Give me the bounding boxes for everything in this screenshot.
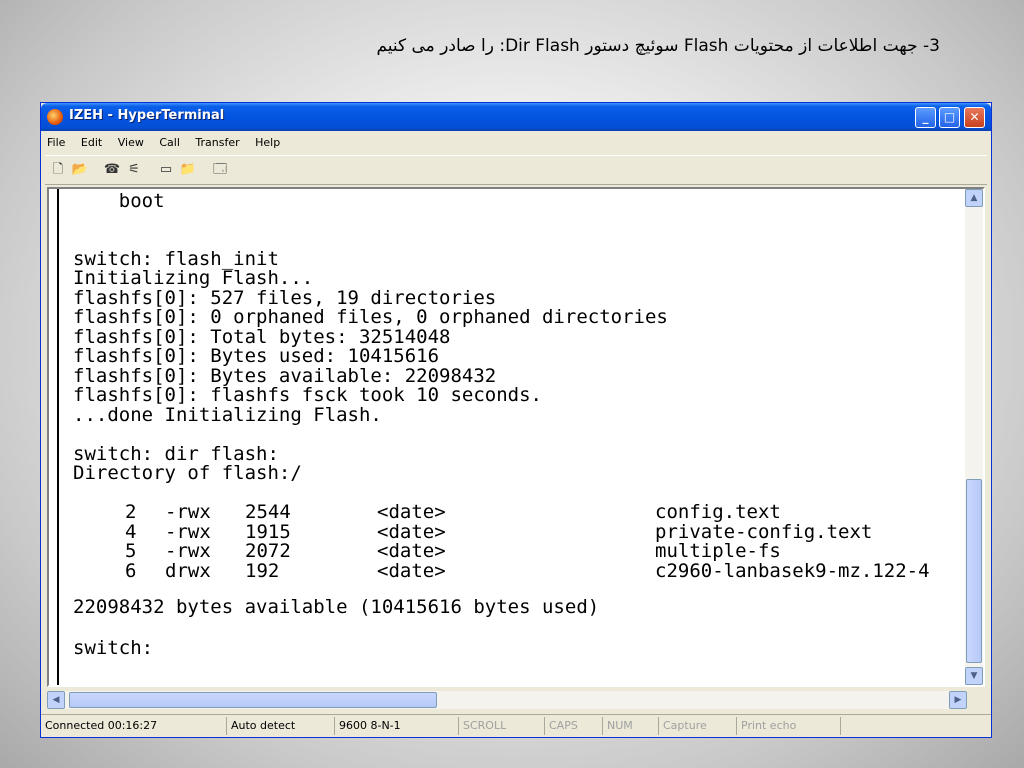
toolbar: 🗋 📂 ☎ ⚟ ▭ 📁 🗔 [45,155,987,185]
window-title: IZEH - HyperTerminal [69,108,225,123]
terminal-line: flashfs[0]: Total bytes: 32514048 [73,326,451,348]
receive-icon[interactable]: 📁 [179,162,197,178]
terminal-line: switch: flash_init [73,248,279,270]
scroll-up-icon[interactable]: ▲ [965,189,983,207]
dir-date: <date> [377,521,446,543]
horizontal-scrollbar[interactable]: ◀ ▶ [47,691,967,709]
dir-name: config.text [655,501,781,523]
dir-name: multiple-fs [655,540,781,562]
terminal-line: flashfs[0]: Bytes available: 22098432 [73,365,497,387]
send-icon[interactable]: ▭ [157,162,175,178]
disconnect-icon[interactable]: ⚟ [125,162,143,178]
vertical-scroll-thumb[interactable] [966,479,982,663]
dir-index: 5 [125,540,137,562]
status-detect: Auto detect [227,717,335,735]
dir-size: 2072 [245,540,291,562]
terminal-line: flashfs[0]: Bytes used: 10415616 [73,345,440,367]
terminal-frame: boot switch: flash_init Initializing Fla… [47,187,985,687]
dir-perms: drwx [165,560,211,582]
status-bar: Connected 00:16:27 Auto detect 9600 8-N-… [41,714,991,737]
terminal-prompt: switch: [73,637,154,659]
status-caps: CAPS [545,717,603,735]
terminal-line: flashfs[0]: 527 files, 19 directories [73,287,497,309]
new-document-icon[interactable]: 🗋 [49,162,67,178]
dir-size: 1915 [245,521,291,543]
dir-index: 4 [125,521,137,543]
terminal-line: boot [73,190,165,212]
status-capture: Capture [659,717,737,735]
menu-call[interactable]: Call [159,133,180,153]
dir-size: 192 [245,560,280,582]
horizontal-scroll-thumb[interactable] [69,692,437,708]
dir-perms: -rwx [165,540,211,562]
terminal-line: Initializing Flash... [73,267,314,289]
menu-edit[interactable]: Edit [81,133,102,153]
dir-date: <date> [377,540,446,562]
close-button[interactable]: ✕ [964,107,985,128]
title-bar[interactable]: IZEH - HyperTerminal _ □ ✕ [41,103,991,131]
scroll-down-icon[interactable]: ▼ [965,667,983,685]
properties-icon[interactable]: 🗔 [211,162,229,178]
open-folder-icon[interactable]: 📂 [71,162,89,178]
maximize-button[interactable]: □ [939,107,960,128]
connect-phone-icon[interactable]: ☎ [103,162,121,178]
status-num: NUM [603,717,659,735]
status-scroll: SCROLL [459,717,545,735]
scroll-left-icon[interactable]: ◀ [47,691,65,709]
menu-view[interactable]: View [118,133,144,153]
dir-index: 6 [125,560,137,582]
menu-transfer[interactable]: Transfer [195,133,239,153]
hyperterminal-icon [47,109,63,125]
scroll-right-icon[interactable]: ▶ [949,691,967,709]
status-settings: 9600 8-N-1 [335,717,459,735]
dir-perms: -rwx [165,521,211,543]
terminal-output[interactable]: boot switch: flash_init Initializing Fla… [57,189,967,685]
dir-name: c2960-lanbasek9-mz.122-4 [655,560,930,582]
menu-file[interactable]: File [47,133,65,153]
vertical-scrollbar[interactable]: ▲ ▼ [965,189,983,685]
menu-bar: File Edit View Call Transfer Help [45,133,987,153]
terminal-line: switch: dir flash: [73,443,279,465]
status-print-echo: Print echo [737,717,841,735]
terminal-line: flashfs[0]: 0 orphaned files, 0 orphaned… [73,306,668,328]
dir-name: private-config.text [655,521,873,543]
dir-index: 2 [125,501,137,523]
minimize-button[interactable]: _ [915,107,936,128]
dir-date: <date> [377,501,446,523]
slide-title: 3- جهت اطلاعات از محتویات Flash سوئیچ دس… [376,36,940,56]
hyperterminal-window: IZEH - HyperTerminal _ □ ✕ File Edit Vie… [40,102,992,738]
dir-date: <date> [377,560,446,582]
dir-size: 2544 [245,501,291,523]
dir-perms: -rwx [165,501,211,523]
terminal-line: flashfs[0]: flashfs fsck took 10 seconds… [73,384,542,406]
bytes-summary: 22098432 bytes available (10415616 bytes… [73,596,600,618]
terminal-line: Directory of flash:/ [73,462,302,484]
menu-help[interactable]: Help [255,133,280,153]
terminal-line: ...done Initializing Flash. [73,404,382,426]
status-connected: Connected 00:16:27 [41,717,227,735]
